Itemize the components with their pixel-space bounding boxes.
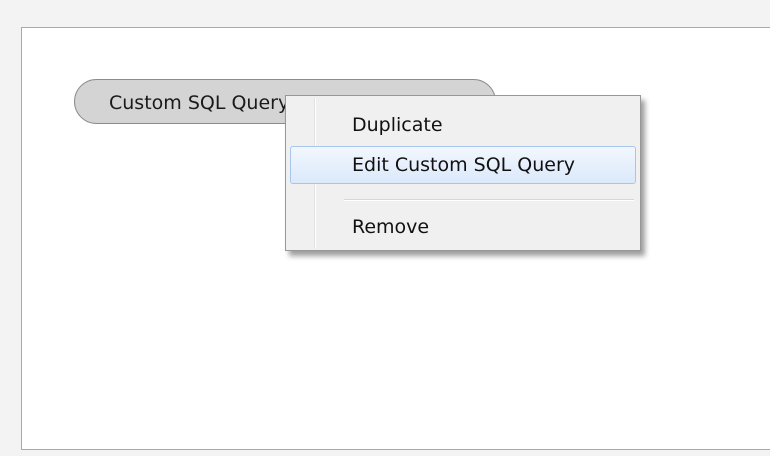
window-background: Custom SQL Query Duplicate Edit Custom S… [0,0,770,456]
menu-item-label: Duplicate [352,114,443,136]
menu-item-label: Remove [352,216,430,238]
menu-item-remove[interactable]: Remove [290,208,636,246]
table-label: Custom SQL Query [109,92,290,114]
menu-item-duplicate[interactable]: Duplicate [290,106,636,144]
menu-item-label: Edit Custom SQL Query [352,154,576,176]
menu-separator [344,199,634,201]
menu-item-edit-custom-sql-query[interactable]: Edit Custom SQL Query [290,146,636,184]
context-menu: Duplicate Edit Custom SQL Query Remove [285,95,641,251]
